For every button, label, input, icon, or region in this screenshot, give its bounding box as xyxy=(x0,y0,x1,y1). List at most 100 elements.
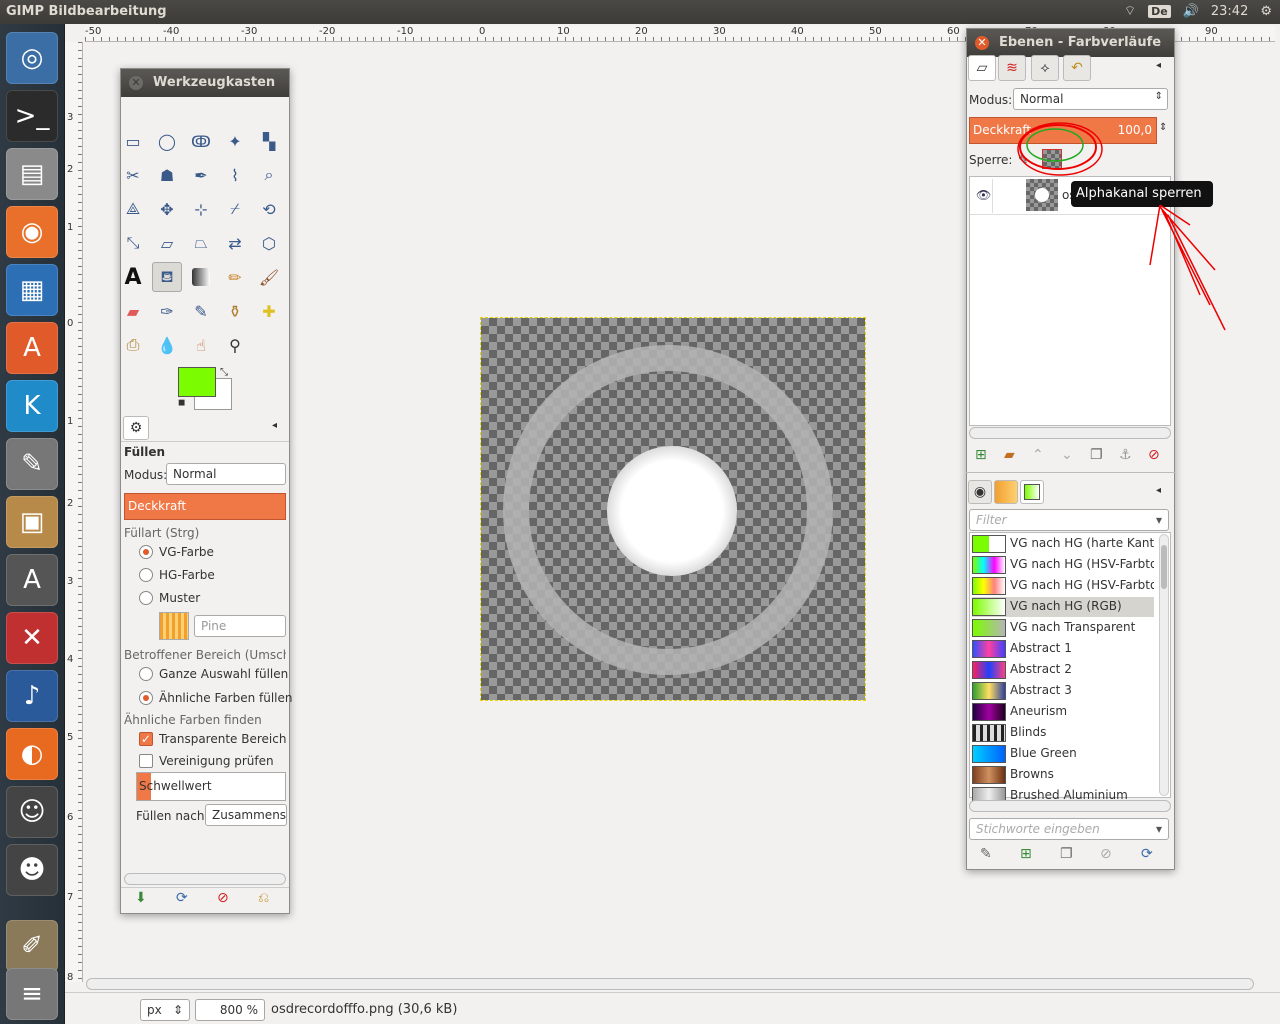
shear-icon[interactable]: ▱ xyxy=(152,228,182,258)
zoom-select[interactable]: 800 % xyxy=(195,999,265,1021)
new-gradient-icon[interactable]: ⊞ xyxy=(1020,846,1032,862)
rect-select-icon[interactable]: ▭ xyxy=(118,126,148,156)
fill-pattern-radio[interactable] xyxy=(139,591,153,605)
close-icon[interactable]: ✕ xyxy=(975,36,989,50)
clock[interactable]: 23:42 xyxy=(1211,4,1248,19)
gradient-item[interactable]: Blue Green xyxy=(972,744,1154,764)
dodge-burn-icon[interactable]: ⚲ xyxy=(220,330,250,360)
channels-tab-icon[interactable]: ≋ xyxy=(998,55,1026,81)
patterns-tab-icon[interactable] xyxy=(994,480,1018,504)
gradients-h-scrollbar[interactable] xyxy=(969,800,1171,812)
gradient-item[interactable]: Abstract 3 xyxy=(972,681,1154,701)
text-tool-icon[interactable]: A xyxy=(118,262,148,292)
scissors-icon[interactable]: ✂ xyxy=(118,160,148,190)
volume-icon[interactable]: 🔊 xyxy=(1183,4,1199,19)
scale-icon[interactable]: ⤡ xyxy=(118,228,148,258)
smudge-icon[interactable]: ☝ xyxy=(186,330,216,360)
close-icon[interactable]: ✕ xyxy=(129,76,143,90)
gradient-item[interactable]: VG nach HG (RGB) xyxy=(972,597,1154,617)
software-center-icon[interactable]: A xyxy=(6,322,58,374)
layers-tab-icon[interactable]: ▱ xyxy=(968,55,996,81)
stack-icon[interactable]: ≡ xyxy=(6,968,58,1020)
tux-icon[interactable]: ☺ xyxy=(6,786,58,838)
horizontal-scrollbar[interactable] xyxy=(86,978,1254,990)
new-layer-icon[interactable]: ⊞ xyxy=(975,447,987,463)
toolbox-scrollbar[interactable] xyxy=(124,873,286,885)
fill-similar-radio[interactable] xyxy=(139,691,153,705)
edit-gradient-icon[interactable]: ✎ xyxy=(980,846,992,862)
restore-options-icon[interactable]: ⟳ xyxy=(176,890,188,906)
tool-options-tab[interactable]: ⚙ xyxy=(123,416,149,440)
gradient-item[interactable]: Aneurism xyxy=(972,702,1154,722)
writer-icon[interactable]: ▦ xyxy=(6,264,58,316)
foreground-color-swatch[interactable] xyxy=(178,367,216,397)
perspective-clone-icon[interactable]: ⎙ xyxy=(118,330,148,360)
panel-menu-icon[interactable]: ◂ xyxy=(272,420,277,431)
align-icon[interactable]: ⊹ xyxy=(186,194,216,224)
bucket-fill-icon[interactable]: ⛾ xyxy=(152,262,182,292)
heal-icon[interactable]: ✚ xyxy=(254,296,284,326)
image-canvas[interactable] xyxy=(480,317,866,701)
blend-icon[interactable] xyxy=(192,268,210,286)
gradient-item[interactable]: VG nach Transparent xyxy=(972,618,1154,638)
default-colors-icon[interactable]: ◼ xyxy=(178,398,185,408)
reset-options-icon[interactable]: ⎌ xyxy=(258,890,269,906)
scroll-thumb[interactable] xyxy=(1161,545,1167,589)
archive-icon[interactable]: ▣ xyxy=(6,496,58,548)
delete-gradient-icon[interactable]: ⊘ xyxy=(1100,846,1112,862)
select-by-color-icon[interactable]: ▚ xyxy=(254,126,284,156)
color-picker-icon[interactable]: ⌇ xyxy=(220,160,250,190)
gradients-tab-icon[interactable] xyxy=(1020,480,1044,504)
threshold-slider[interactable]: Schwellwert xyxy=(136,772,286,801)
fill-by-select[interactable]: Zusammenset xyxy=(205,804,287,826)
layers-scrollbar[interactable] xyxy=(969,427,1171,439)
swap-colors-icon[interactable]: ⤡ xyxy=(220,367,228,378)
vertical-ruler[interactable]: 3 2 1 0 1 2 3 4 5 6 7 8 xyxy=(65,42,83,983)
blur-icon[interactable]: 💧 xyxy=(152,330,182,360)
disks-icon[interactable]: ✎ xyxy=(6,438,58,490)
gradient-item[interactable]: VG nach HG (HSV-Farbton g xyxy=(972,555,1154,575)
gradient-item[interactable]: Abstract 1 xyxy=(972,639,1154,659)
duplicate-gradient-icon[interactable]: ❐ xyxy=(1060,846,1073,862)
unit-select[interactable]: px ⇕ xyxy=(140,999,190,1021)
firefox-icon[interactable]: ◉ xyxy=(6,206,58,258)
refresh-gradients-icon[interactable]: ⟳ xyxy=(1141,846,1153,862)
toolbox-titlebar[interactable]: ✕ Werkzeugkasten xyxy=(121,69,289,97)
airbrush-icon[interactable]: ✑ xyxy=(152,296,182,326)
gradient-item[interactable]: Blinds xyxy=(972,723,1154,743)
fish-icon[interactable]: ◐ xyxy=(6,728,58,780)
raise-layer-icon[interactable]: ⌃ xyxy=(1032,447,1044,463)
gradient-item[interactable]: Abstract 2 xyxy=(972,660,1154,680)
music-icon[interactable]: ♪ xyxy=(6,670,58,722)
paintbrush-icon[interactable]: 🖌 xyxy=(254,262,284,292)
gradient-item[interactable]: VG nach HG (HSV-Farbton i xyxy=(972,576,1154,596)
panel-menu-icon[interactable]: ◂ xyxy=(1156,60,1161,71)
opacity-slider[interactable]: Deckkraft xyxy=(124,493,286,520)
clone-icon[interactable]: ⚱ xyxy=(220,296,250,326)
perspective-icon[interactable]: ⏢ xyxy=(186,228,216,258)
crop-icon[interactable]: ⌿ xyxy=(220,194,250,224)
rotate-icon[interactable]: ⟲ xyxy=(254,194,284,224)
wifi-icon[interactable]: ⌔ xyxy=(1124,3,1136,19)
layers-titlebar[interactable]: ✕ Ebenen - Farbverläufe xyxy=(967,29,1174,57)
foreground-select-icon[interactable]: ☗ xyxy=(152,160,182,190)
paths-tab-icon[interactable]: ⟡ xyxy=(1031,55,1059,81)
layer-mode-select[interactable]: Normal ⇕ xyxy=(1013,88,1168,110)
panel-menu-icon[interactable]: ◂ xyxy=(1156,485,1161,496)
brushes-tab-icon[interactable]: ◉ xyxy=(968,480,992,504)
delete-options-icon[interactable]: ⊘ xyxy=(217,890,229,906)
zoom-icon[interactable]: ⌕ xyxy=(254,160,284,190)
save-options-icon[interactable]: ⬇ xyxy=(135,890,147,906)
undo-tab-icon[interactable]: ↶ xyxy=(1063,55,1091,81)
mode-select[interactable]: Normal xyxy=(166,463,286,485)
gradient-filter-input[interactable]: Filter ▾ xyxy=(969,509,1169,531)
tux-game-icon[interactable]: ☻ xyxy=(6,844,58,896)
magic-wand-icon[interactable]: ✦ xyxy=(220,126,250,156)
pattern-name-field[interactable]: Pine xyxy=(194,615,286,637)
new-group-icon[interactable]: ▰ xyxy=(1004,447,1015,463)
tag-input[interactable]: Stichworte eingeben ▾ xyxy=(969,818,1169,840)
kodi-icon[interactable]: K xyxy=(6,380,58,432)
files-icon[interactable]: ▤ xyxy=(6,148,58,200)
move-icon[interactable]: ✥ xyxy=(152,194,182,224)
settings-icon[interactable]: ✕ xyxy=(6,612,58,664)
